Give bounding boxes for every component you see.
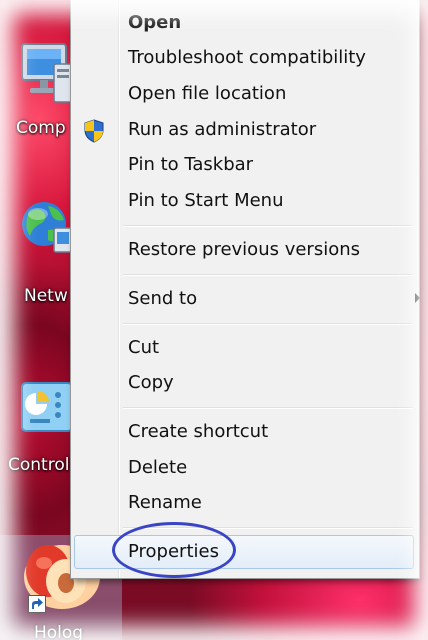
menu-item-label: Send to	[128, 288, 198, 309]
menu-item-run-as-administrator[interactable]: Run as administrator	[74, 113, 414, 147]
menu-item-open-file-location[interactable]: Open file location	[74, 77, 414, 111]
desktop-background: Comp Netw Control Holog Open Troubleshoo…	[0, 0, 428, 640]
desktop-icon-label: Control	[8, 455, 70, 475]
menu-item-label: Delete	[128, 457, 188, 478]
menu-item-open[interactable]: Open	[74, 6, 414, 40]
menu-item-label: Open	[128, 12, 182, 33]
menu-item-restore-previous-versions[interactable]: Restore previous versions	[74, 233, 414, 267]
menu-separator	[123, 323, 413, 325]
menu-item-label: Run as administrator	[128, 119, 317, 140]
menu-item-label: Copy	[128, 372, 174, 393]
menu-item-label: Pin to Taskbar	[128, 154, 254, 175]
annotation-highlight-circle	[112, 522, 236, 578]
desktop-icon-label: Netw	[24, 286, 68, 306]
menu-item-rename[interactable]: Rename	[74, 486, 414, 520]
menu-item-pin-to-taskbar[interactable]: Pin to Taskbar	[74, 148, 414, 182]
menu-item-troubleshoot-compatibility[interactable]: Troubleshoot compatibility	[74, 41, 414, 75]
menu-item-label: Pin to Start Menu	[128, 190, 284, 211]
menu-item-create-shortcut[interactable]: Create shortcut	[74, 415, 414, 449]
desktop-icon-label: Comp	[16, 118, 66, 138]
network-icon	[22, 202, 73, 253]
menu-item-label: Rename	[128, 492, 202, 513]
menu-item-send-to[interactable]: Send to	[74, 282, 420, 316]
desktop-icon-label: Holog	[34, 623, 84, 640]
desktop-icon-computer[interactable]: Comp	[0, 20, 80, 150]
menu-separator	[123, 407, 413, 409]
menu-item-label: Open file location	[128, 83, 287, 104]
menu-item-copy[interactable]: Copy	[74, 366, 414, 400]
menu-item-label: Restore previous versions	[128, 239, 361, 260]
uac-shield-icon	[84, 119, 104, 143]
desktop-icon-control-panel[interactable]: Control	[0, 375, 80, 485]
menu-item-label: Cut	[128, 337, 160, 358]
menu-item-label: Create shortcut	[128, 421, 269, 442]
computer-icon	[21, 43, 73, 103]
shortcut-arrow-icon	[28, 595, 46, 613]
desktop-icon-network[interactable]: Netw	[0, 190, 80, 320]
menu-item-pin-to-start-menu[interactable]: Pin to Start Menu	[74, 184, 414, 218]
menu-separator	[123, 274, 413, 276]
menu-item-cut[interactable]: Cut	[74, 331, 414, 365]
menu-separator	[123, 225, 413, 227]
control-panel-icon	[21, 382, 73, 432]
context-menu: Open Troubleshoot compatibility Open fil…	[70, 0, 420, 579]
menu-item-label: Troubleshoot compatibility	[128, 47, 366, 68]
submenu-arrow-icon	[415, 293, 420, 303]
menu-item-delete[interactable]: Delete	[74, 451, 414, 485]
